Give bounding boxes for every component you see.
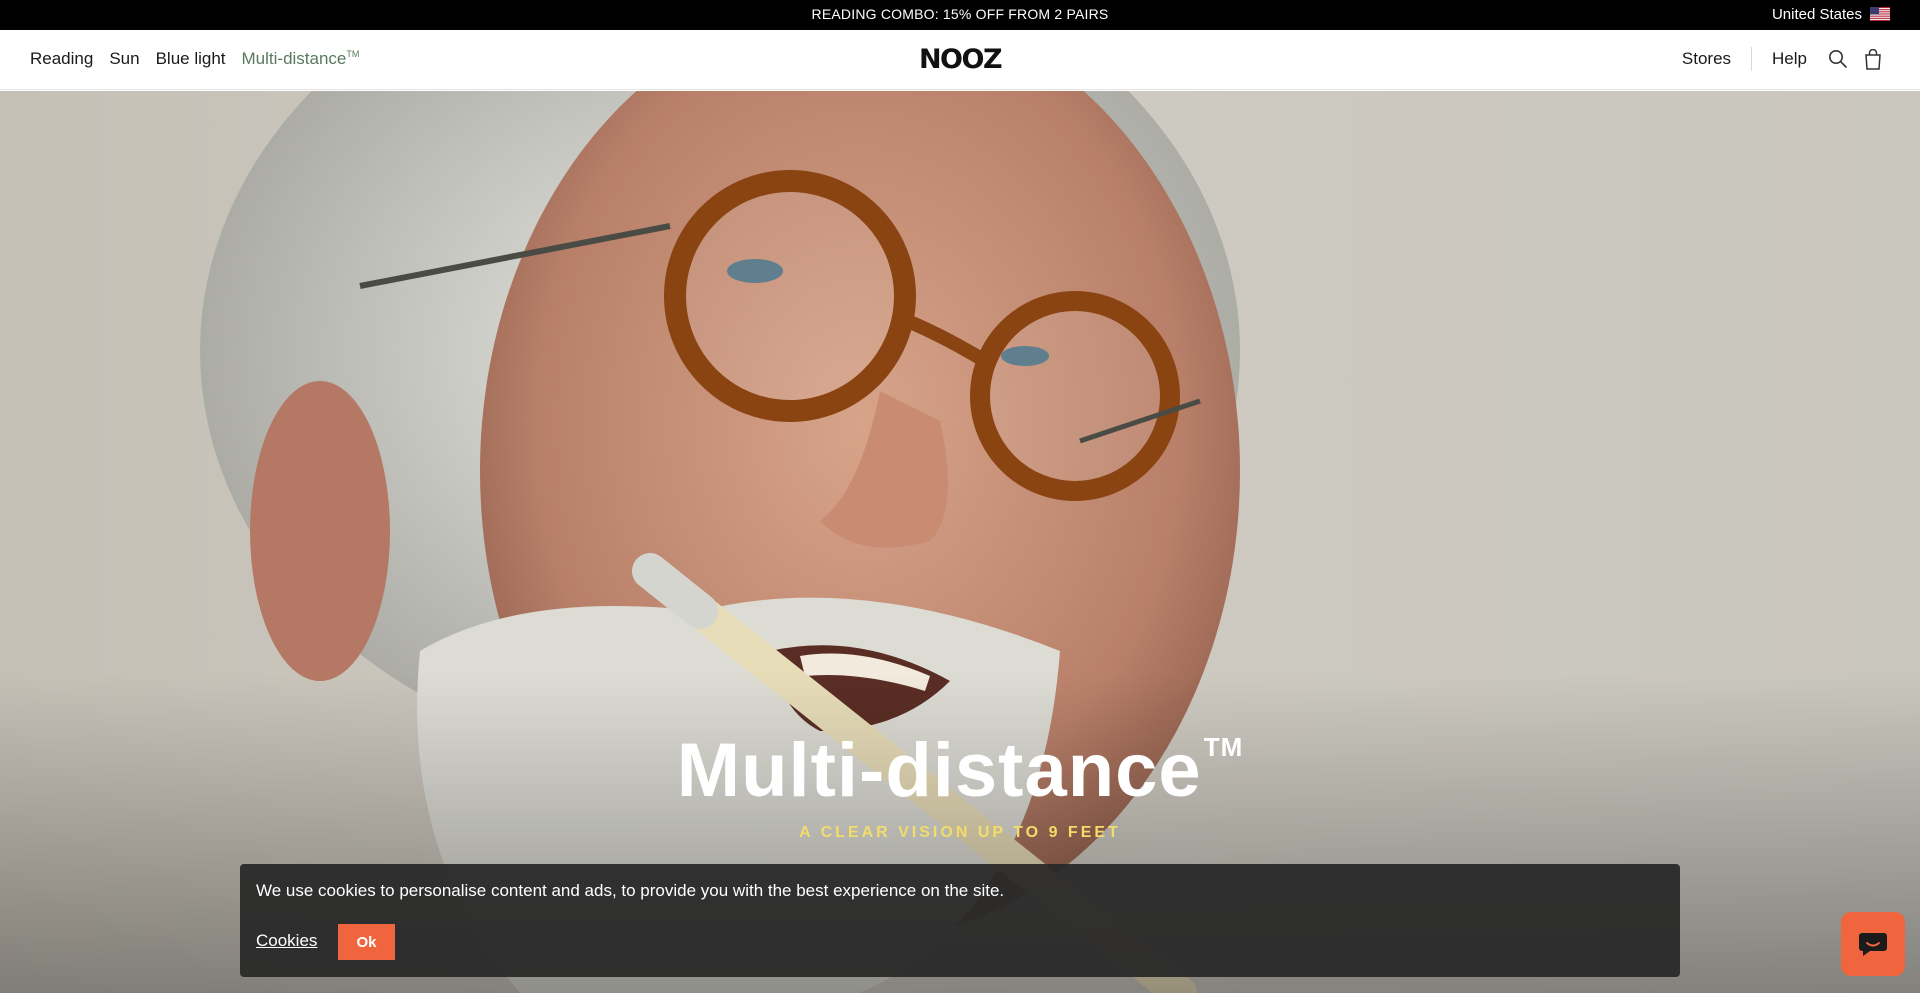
utility-nav: Stores Help — [1682, 30, 1884, 88]
main-nav: Reading Sun Blue light Multi-distanceTM — [30, 30, 359, 88]
hero-trademark: TM — [1203, 732, 1244, 762]
promo-text: READING COMBO: 15% OFF FROM 2 PAIRS — [811, 6, 1109, 22]
help-link[interactable]: Help — [1772, 49, 1807, 69]
nav-sun[interactable]: Sun — [109, 49, 139, 69]
chat-bubble-icon — [1859, 933, 1887, 956]
search-icon[interactable] — [1827, 48, 1849, 70]
hero-banner[interactable]: Multi-distanceTM A CLEAR VISION UP TO 9 … — [0, 91, 1920, 993]
announcement-bar: READING COMBO: 15% OFF FROM 2 PAIRS Unit… — [0, 0, 1920, 30]
cookie-banner: We use cookies to personalise content an… — [240, 864, 1680, 977]
cookies-link[interactable]: Cookies — [256, 931, 317, 951]
nav-multi-distance-label: Multi-distance — [241, 49, 347, 68]
cookie-ok-button[interactable]: Ok — [338, 924, 395, 960]
trademark-mark: TM — [346, 49, 360, 59]
country-label: United States — [1771, 5, 1862, 23]
site-logo[interactable]: NOOZ — [919, 44, 1003, 75]
chat-button[interactable] — [1841, 912, 1905, 976]
site-header: Reading Sun Blue light Multi-distanceTM … — [0, 30, 1920, 90]
us-flag-icon — [1870, 7, 1890, 21]
stores-link[interactable]: Stores — [1682, 49, 1731, 69]
hero-subtitle: A CLEAR VISION UP TO 9 FEET — [799, 824, 1121, 841]
country-selector[interactable]: United States — [1772, 0, 1890, 28]
cookie-message: We use cookies to personalise content an… — [256, 881, 1005, 900]
hero-title: Multi-distanceTM — [0, 727, 1920, 814]
nav-reading[interactable]: Reading — [30, 49, 93, 69]
nav-blue-light[interactable]: Blue light — [156, 49, 226, 69]
divider — [1751, 47, 1753, 71]
shopping-bag-icon[interactable] — [1862, 48, 1884, 70]
hero-title-text: Multi-distance — [676, 728, 1202, 813]
nav-multi-distance[interactable]: Multi-distanceTM — [242, 49, 360, 69]
